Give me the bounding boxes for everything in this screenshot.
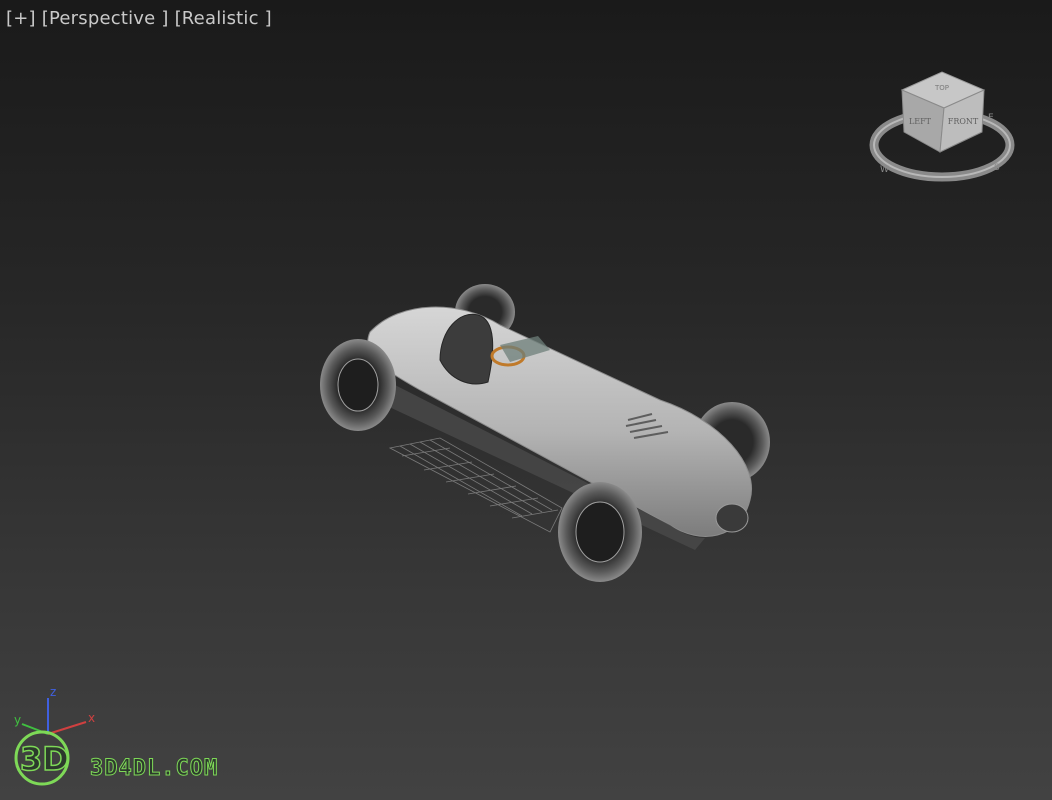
wheel-front-left-spokes — [575, 501, 625, 563]
vintage-race-car-model[interactable] — [300, 270, 800, 600]
watermark-text: 3D4DL.COM — [89, 756, 219, 782]
perspective-viewport[interactable]: [+] [Perspective ] [Realistic ] TOP LEFT… — [0, 0, 1052, 800]
compass-e-label: E — [988, 113, 994, 123]
axis-x-label: x — [88, 711, 95, 725]
compass-s-label: S — [994, 163, 1000, 173]
watermark-logo-text: 3D — [20, 740, 69, 778]
viewcube-top-text: TOP — [934, 84, 949, 92]
compass-w-label: W — [880, 165, 889, 175]
watermark-logo-icon: 3D — [14, 730, 70, 786]
viewcube-front-text: FRONT — [948, 117, 979, 126]
viewport-label: [+] [Perspective ] [Realistic ] — [6, 8, 272, 29]
viewport-point-of-view-menu[interactable]: [Perspective ] — [42, 8, 169, 29]
axis-y-label: y — [14, 713, 21, 727]
viewport-shading-menu[interactable]: [Realistic ] — [175, 8, 272, 29]
axis-z-label: z — [50, 685, 56, 699]
watermark: 3D 3D4DL.COM — [10, 728, 270, 788]
viewcube-icon[interactable]: TOP LEFT FRONT W E S — [862, 60, 1022, 190]
front-grille — [715, 503, 749, 533]
wheel-rear-left-spokes — [337, 358, 379, 412]
viewport-general-menu[interactable]: [+] — [6, 8, 36, 29]
viewcube-left-text: LEFT — [909, 117, 932, 126]
